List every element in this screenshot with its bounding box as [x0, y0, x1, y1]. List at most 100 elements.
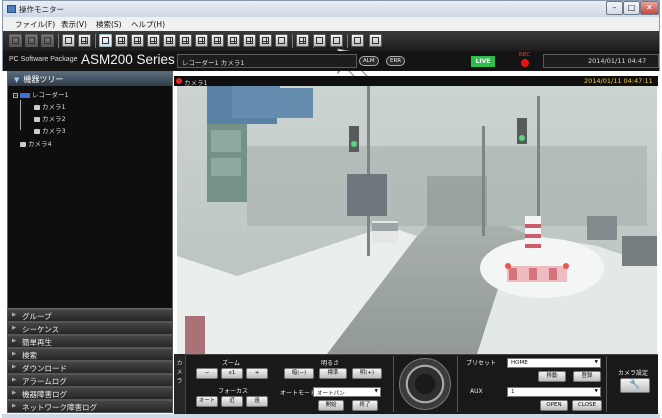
- accordion-network-error-log[interactable]: ネットワーク障害ログ: [7, 400, 173, 413]
- layout-20-icon[interactable]: [227, 34, 240, 47]
- layout-1-icon[interactable]: [99, 34, 112, 47]
- window-title: 操作モニター: [19, 5, 64, 14]
- rec-indicator-icon: [521, 59, 529, 67]
- focus-near-button[interactable]: 近: [221, 396, 243, 407]
- tree-camera-label: カメラ1: [42, 103, 66, 111]
- recorder-icon: [20, 92, 30, 98]
- accordion-device-error-log[interactable]: 機器障害ログ: [7, 387, 173, 400]
- collapse-box-icon: −: [13, 92, 18, 98]
- layout-16-icon[interactable]: [211, 34, 224, 47]
- focus-far-button[interactable]: 遠: [246, 396, 268, 407]
- auto-mode-stop-button[interactable]: 終了: [352, 400, 378, 411]
- collapse-triangle-icon: ▼: [14, 76, 20, 84]
- camera-settings-label: カメラ設定: [618, 370, 649, 377]
- auto-mode-select[interactable]: オートパン: [313, 387, 381, 397]
- tree-camera-4[interactable]: カメラ4: [20, 138, 52, 148]
- camera-icon: [34, 128, 40, 134]
- layout-25-icon[interactable]: [243, 34, 256, 47]
- menu-bar: ファイル(F) 表示(V) 検索(S) ヘルプ(H): [2, 17, 660, 31]
- control-divider: [457, 356, 458, 412]
- control-divider: [393, 356, 394, 412]
- minimize-button[interactable]: –: [606, 1, 623, 15]
- zoom-out-button[interactable]: −: [196, 368, 218, 379]
- toolbar-separator: [95, 34, 96, 48]
- camera-icon: [34, 116, 40, 122]
- camera-live-view[interactable]: [177, 86, 657, 354]
- layout-4-icon[interactable]: [115, 34, 128, 47]
- fullscreen-icon[interactable]: [275, 34, 288, 47]
- app-icon: [7, 5, 16, 13]
- preset-move-button[interactable]: 移動: [538, 371, 566, 382]
- tree-recorder-label: レコーダー1: [32, 91, 69, 99]
- tree-camera-2[interactable]: カメラ2: [34, 113, 66, 123]
- zoom-icon[interactable]: [313, 34, 326, 47]
- auto-mode-label: オートモード: [280, 390, 317, 397]
- current-datetime: 2014/01/11 04:47: [543, 54, 659, 68]
- accordion-download[interactable]: ダウンロード: [7, 361, 173, 374]
- export-icon[interactable]: [41, 34, 54, 47]
- zoom-in-button[interactable]: +: [246, 368, 268, 379]
- layout-36-icon[interactable]: [259, 34, 272, 47]
- error-indicator[interactable]: ERR: [386, 56, 406, 66]
- focus-auto-button[interactable]: オート: [196, 396, 218, 407]
- view-timestamp: 2014/01/11 04:47:11: [584, 77, 653, 85]
- accordion-sequence[interactable]: シーケンス: [7, 322, 173, 335]
- accordion-quick-playback[interactable]: 簡単再生: [7, 335, 173, 348]
- preset-register-button[interactable]: 登録: [573, 371, 601, 382]
- device-tree-panel: ▼ 機器ツリー − レコーダー1 カメラ1 カメラ2 カメラ3 カメラ4: [7, 71, 173, 309]
- preset-select[interactable]: HOME: [507, 358, 601, 368]
- layout-9-icon[interactable]: [163, 34, 176, 47]
- brightness-bright-button[interactable]: 明(+): [352, 368, 382, 379]
- close-button[interactable]: ✕: [640, 1, 659, 15]
- toolbar-separator: [58, 34, 59, 48]
- menu-view[interactable]: 表示(V): [61, 19, 87, 30]
- accordion-group[interactable]: グループ: [7, 309, 173, 322]
- preset-label: プリセット: [466, 360, 497, 367]
- accordion-search[interactable]: 検索: [7, 348, 173, 361]
- menu-help[interactable]: ヘルプ(H): [131, 19, 165, 30]
- focus-label: フォーカス: [218, 388, 249, 395]
- window-titlebar[interactable]: 操作モニター: [2, 0, 660, 17]
- control-tab-camera[interactable]: カメラ: [174, 354, 186, 414]
- accordion-alarm-log[interactable]: アラームログ: [7, 374, 173, 387]
- aux-open-button[interactable]: OPEN: [540, 400, 568, 411]
- aux-select[interactable]: 1: [507, 387, 601, 397]
- auto-mode-start-button[interactable]: 開始: [318, 400, 344, 411]
- layout-10-icon[interactable]: [179, 34, 192, 47]
- ptz-dial-icon[interactable]: [399, 358, 451, 410]
- toolbar: [2, 31, 660, 51]
- folder-icon[interactable]: [62, 34, 75, 47]
- tree-recorder[interactable]: − レコーダー1: [13, 89, 69, 99]
- layout-6-icon[interactable]: [131, 34, 144, 47]
- camera-icon[interactable]: [9, 34, 22, 47]
- aux-label: AUX: [470, 388, 483, 395]
- aux-close-button[interactable]: CLOSE: [572, 400, 602, 411]
- menu-file[interactable]: ファイル(F): [15, 19, 55, 30]
- tree-camera-label: カメラ3: [42, 127, 66, 135]
- maximize-button[interactable]: □: [623, 1, 640, 15]
- zoom-label: ズーム: [222, 360, 240, 367]
- menu-search[interactable]: 検索(S): [96, 19, 122, 30]
- layout-13-icon[interactable]: [195, 34, 208, 47]
- live-indicator: LIVE: [471, 56, 495, 67]
- rec-label: REC: [519, 52, 531, 58]
- tree-camera-3[interactable]: カメラ3: [34, 125, 66, 135]
- layout-8-icon[interactable]: [147, 34, 160, 47]
- device-tree-title: 機器ツリー: [23, 75, 64, 84]
- grid-icon[interactable]: [296, 34, 309, 47]
- brightness-dark-button[interactable]: 暗(−): [284, 368, 314, 379]
- device-tree-header[interactable]: ▼ 機器ツリー: [8, 72, 172, 86]
- package-label: PC Software Package: [9, 56, 78, 63]
- camera-settings-button[interactable]: 🔧: [620, 378, 650, 393]
- selected-camera-field: レコーダー1 カメラ1: [177, 54, 357, 68]
- tree-camera-1[interactable]: カメラ1: [34, 101, 66, 111]
- brightness-standard-button[interactable]: 標準: [319, 368, 347, 379]
- brightness-label: 明るさ: [321, 360, 340, 367]
- camera-icon: [34, 104, 40, 110]
- alarm-indicator[interactable]: ALM: [359, 56, 379, 66]
- camera-image: [177, 86, 657, 354]
- zoom-x1-button[interactable]: x1: [221, 368, 243, 379]
- tree-icon[interactable]: [78, 34, 91, 47]
- print-icon[interactable]: [25, 34, 38, 47]
- tree-connector: [20, 100, 21, 130]
